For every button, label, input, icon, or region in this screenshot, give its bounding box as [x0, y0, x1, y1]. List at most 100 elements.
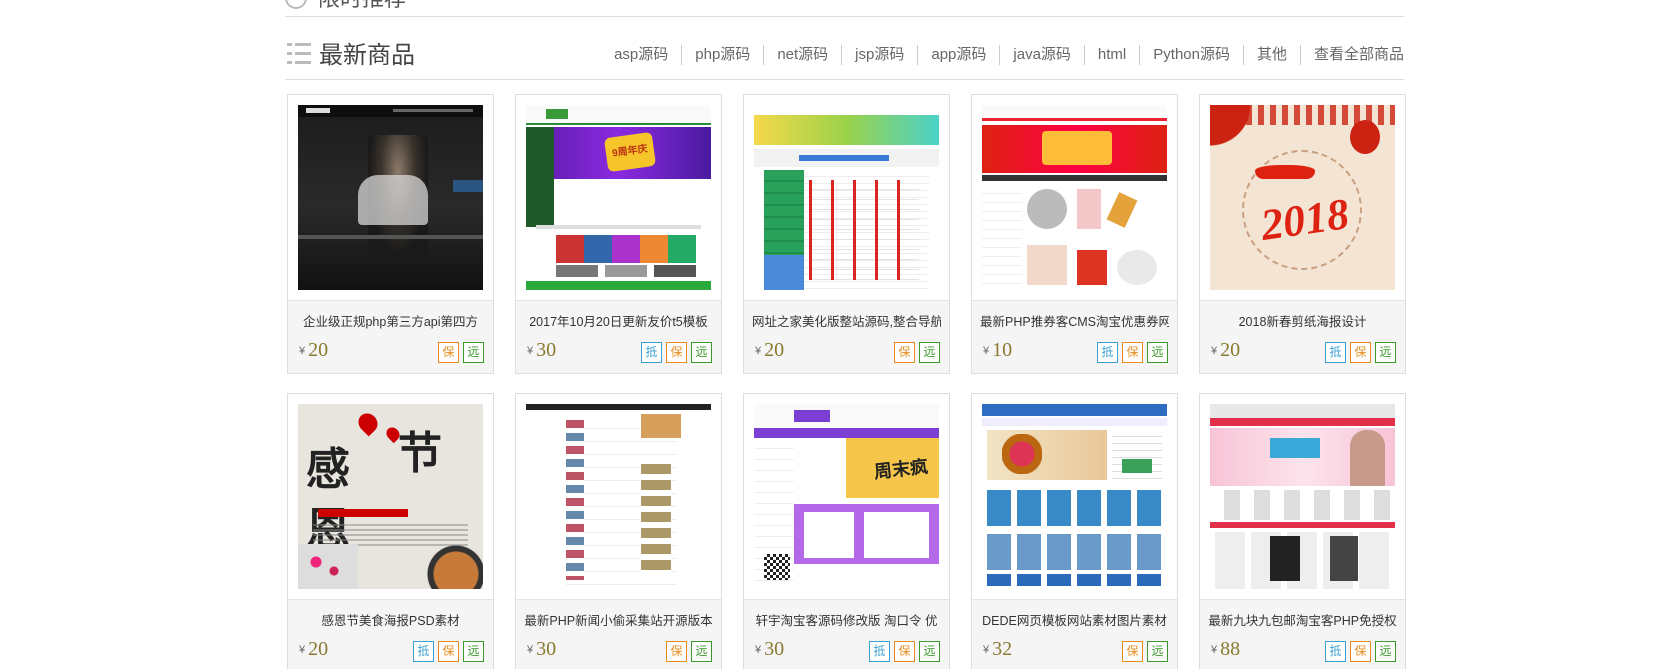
badge-di: 抵	[1325, 641, 1346, 662]
badge-yuan: 远	[919, 641, 940, 662]
product-image[interactable]: 9周年庆	[526, 105, 711, 290]
product-card[interactable]: 2018 2018新春剪纸海报设计 ¥20 抵保远	[1199, 94, 1406, 374]
product-image[interactable]	[1210, 404, 1395, 589]
product-card[interactable]: DEDE网页模板网站素材图片素材 ¥32 保远	[971, 393, 1178, 669]
product-title[interactable]: 最新PHP新闻小偷采集站开源版本	[524, 613, 713, 629]
badge-yuan: 远	[463, 342, 484, 363]
badge-bao: 保	[1122, 641, 1143, 662]
product-card[interactable]: 最新PHP推券客CMS淘宝优惠券网 ¥10 抵保远	[971, 94, 1178, 374]
product-image[interactable]: 周末疯	[754, 404, 939, 589]
product-card[interactable]: 最新九块九包邮淘宝客PHP免授权 ¥88 抵保远	[1199, 393, 1406, 669]
badge-bao: 保	[894, 641, 915, 662]
category-link[interactable]: 其他	[1244, 45, 1301, 65]
service-badges: 抵保远	[1093, 342, 1168, 363]
service-badges: 保远	[1118, 641, 1168, 662]
product-thumbnail[interactable]	[516, 394, 721, 600]
product-price: ¥20	[755, 339, 784, 362]
product-thumbnail[interactable]: 9周年庆	[516, 95, 721, 301]
product-title[interactable]: 最新PHP推券客CMS淘宝优惠券网	[980, 314, 1169, 330]
product-thumbnail[interactable]: 2018	[1200, 95, 1405, 301]
product-card[interactable]: 9周年庆 2017年10月20日更新友价t5模板 ¥30 抵保远	[515, 94, 722, 374]
product-thumbnail[interactable]	[972, 394, 1177, 600]
prev-section-title: 限时推荐	[318, 0, 406, 12]
currency-symbol: ¥	[755, 644, 762, 656]
product-image[interactable]: 感恩 节	[298, 404, 483, 589]
price-value: 10	[992, 339, 1013, 361]
category-link[interactable]: asp源码	[601, 45, 683, 65]
product-price: ¥30	[755, 638, 784, 661]
price-value: 20	[308, 339, 329, 361]
category-link[interactable]: Python源码	[1140, 45, 1244, 65]
badge-bao: 保	[894, 342, 915, 363]
service-badges: 抵保远	[637, 342, 712, 363]
clock-icon	[285, 0, 307, 9]
product-title[interactable]: 网址之家美化版整站源码,整合导航	[752, 314, 941, 330]
product-image[interactable]	[982, 105, 1167, 290]
product-title[interactable]: 轩宇淘宝客源码修改版 淘口令 优	[752, 613, 941, 629]
service-badges: 保远	[662, 641, 712, 662]
product-price: ¥10	[983, 339, 1012, 362]
product-price: ¥88	[1211, 638, 1240, 661]
currency-symbol: ¥	[299, 345, 306, 357]
currency-symbol: ¥	[983, 345, 990, 357]
category-link[interactable]: php源码	[682, 45, 765, 65]
product-thumbnail[interactable]	[744, 95, 949, 301]
badge-bao: 保	[1350, 342, 1371, 363]
category-link[interactable]: net源码	[764, 45, 843, 65]
product-card[interactable]: 最新PHP新闻小偷采集站开源版本 ¥30 保远	[515, 393, 722, 669]
product-thumbnail[interactable]: 周末疯	[744, 394, 949, 600]
badge-bao: 保	[438, 641, 459, 662]
category-link[interactable]: html	[1085, 45, 1141, 65]
badge-yuan: 远	[1375, 342, 1396, 363]
service-badges: 抵保远	[409, 641, 484, 662]
price-value: 30	[536, 638, 557, 660]
currency-symbol: ¥	[1211, 345, 1218, 357]
product-thumbnail[interactable]	[972, 95, 1177, 301]
product-title[interactable]: DEDE网页模板网站素材图片素材	[980, 613, 1169, 629]
badge-di: 抵	[641, 342, 662, 363]
category-link[interactable]: app源码	[918, 45, 1001, 65]
product-thumbnail[interactable]	[288, 95, 493, 301]
product-title[interactable]: 企业级正规php第三方api第四方	[296, 314, 485, 330]
category-links: asp源码 php源码 net源码 jsp源码 app源码 java源码 html Pytho…	[601, 45, 1404, 65]
product-image[interactable]	[298, 105, 483, 290]
product-title[interactable]: 2018新春剪纸海报设计	[1208, 314, 1397, 330]
category-link[interactable]: jsp源码	[842, 45, 919, 65]
product-title[interactable]: 最新九块九包邮淘宝客PHP免授权	[1208, 613, 1397, 629]
product-title[interactable]: 感恩节美食海报PSD素材	[296, 613, 485, 629]
product-card[interactable]: 周末疯 轩宇淘宝客源码修改版 淘口令 优 ¥30 抵保远	[743, 393, 950, 669]
badge-bao: 保	[1122, 342, 1143, 363]
badge-di: 抵	[1325, 342, 1346, 363]
product-title[interactable]: 2017年10月20日更新友价t5模板	[524, 314, 713, 330]
product-card[interactable]: 感恩 节 感恩节美食海报PSD素材 ¥20 抵保远	[287, 393, 494, 669]
badge-bao: 保	[1350, 641, 1371, 662]
category-link[interactable]: 查看全部商品	[1301, 45, 1404, 65]
service-badges: 抵保远	[865, 641, 940, 662]
service-badges: 保远	[434, 342, 484, 363]
product-image[interactable]: 2018	[1210, 105, 1395, 290]
section-title: 最新商品	[319, 42, 415, 69]
badge-bao: 保	[438, 342, 459, 363]
currency-symbol: ¥	[527, 644, 534, 656]
category-link[interactable]: java源码	[1000, 45, 1085, 65]
product-image[interactable]	[754, 105, 939, 290]
currency-symbol: ¥	[983, 644, 990, 656]
badge-di: 抵	[869, 641, 890, 662]
product-thumbnail[interactable]	[1200, 394, 1405, 600]
product-card[interactable]: 网址之家美化版整站源码,整合导航 ¥20 保远	[743, 94, 950, 374]
price-value: 30	[764, 638, 785, 660]
badge-yuan: 远	[1375, 641, 1396, 662]
badge-bao: 保	[666, 641, 687, 662]
list-icon	[287, 43, 311, 65]
price-value: 88	[1220, 638, 1241, 660]
badge-yuan: 远	[1147, 342, 1168, 363]
product-thumbnail[interactable]: 感恩 节	[288, 394, 493, 600]
product-card[interactable]: 企业级正规php第三方api第四方 ¥20 保远	[287, 94, 494, 374]
currency-symbol: ¥	[299, 644, 306, 656]
product-price: ¥30	[527, 339, 556, 362]
service-badges: 抵保远	[1321, 641, 1396, 662]
product-image[interactable]	[526, 404, 711, 589]
badge-di: 抵	[1097, 342, 1118, 363]
product-image[interactable]	[982, 404, 1167, 589]
badge-bao: 保	[666, 342, 687, 363]
